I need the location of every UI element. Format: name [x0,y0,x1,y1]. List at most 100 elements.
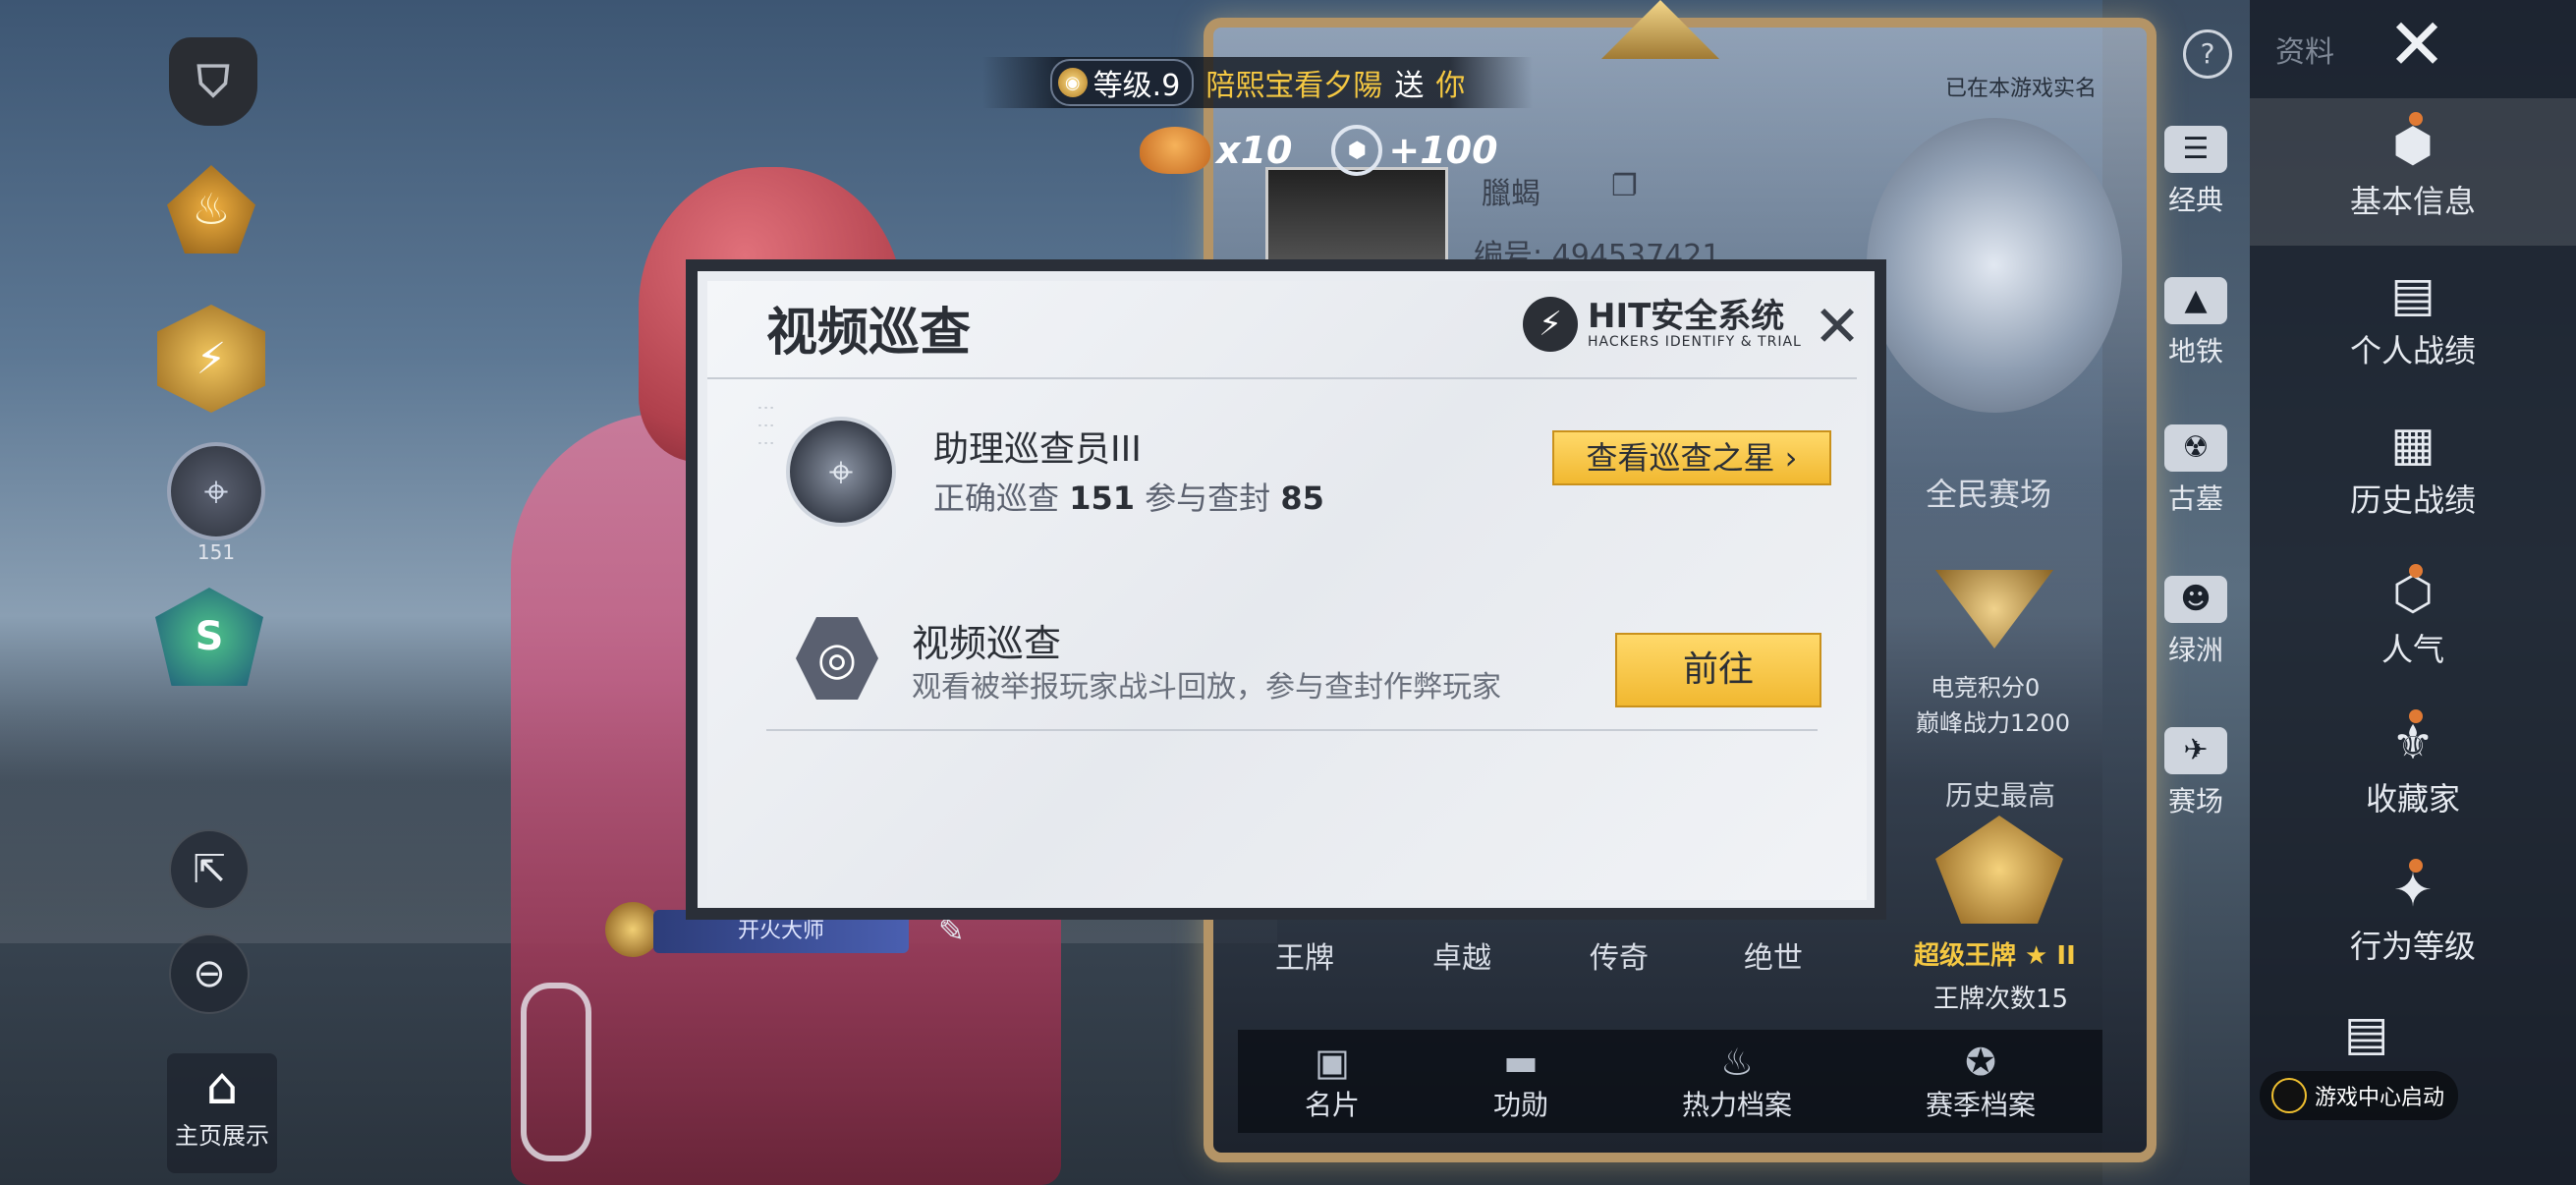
coin-icon: ⬢ [1331,125,1383,176]
globe-icon: ◉ [1057,68,1088,97]
dialog-body [707,281,1867,900]
share-icon: ⇱ [193,847,226,892]
tab-personal-record[interactable]: ▤ 个人战绩 [2250,267,2576,371]
coin-amount: +100 [1388,129,1498,172]
tab-label: 绿洲 [2167,634,2223,666]
history-record-icon: ▦ [2390,417,2436,472]
game-center-label: 游戏中心启动 [2315,1086,2445,1110]
rank-letter: S [195,614,224,659]
hit-logo: ⚡ HIT安全系统 HACKERS IDENTIFY & TRIAL [1523,297,1802,352]
all-arena-label: 全民赛场 [1926,476,2052,513]
zoom-out-icon: ⊖ [193,951,226,996]
game-center-button[interactable]: 游戏中心启动 [2260,1071,2458,1120]
tab-label: 地铁 [2167,335,2223,367]
divider [707,377,1857,379]
tab-tomb[interactable]: ☢ 古墓 [2142,424,2250,517]
home-show-button[interactable]: ⌂ 主页展示 [167,1053,277,1173]
correct-label: 正确巡查 [933,480,1060,517]
history-high-label: 历史最高 [1945,779,2056,812]
tab-season[interactable]: ✪ 赛季档案 [1926,1041,2036,1123]
heat-icon: ♨ [1719,1040,1755,1084]
tier-label: 传奇 [1590,941,1649,976]
food-count: x10 [1216,129,1293,172]
metro-icon: ▲ [2164,277,2227,324]
notification-dot [2409,112,2423,126]
hit-logo-name: HIT安全系统 [1588,297,1785,336]
tier-label: 卓越 [1432,941,1491,976]
tab-label: 历史战绩 [2349,481,2476,519]
card-icon: ▣ [1315,1040,1350,1084]
tier-label: 王牌 [1275,941,1334,976]
tier-label: 绝世 [1744,941,1803,976]
home-person-icon: ⌂ [205,1057,239,1116]
roast-chicken-icon [1140,127,1210,174]
basic-info-icon: ⬢ [2392,118,2434,173]
tab-label: 基本信息 [2349,183,2476,220]
video-patrol-dialog: ⋮⋮⋮ 视频巡查 ⚡ HIT安全系统 HACKERS IDENTIFY & TR… [686,259,1886,920]
collector-icon: ⚜ [2391,715,2435,770]
verified-text: 已在本游戏实名 [1945,77,2098,101]
tab-label: 功勋 [1492,1088,1548,1121]
tab-label: 个人战绩 [2349,332,2476,369]
gift-banner: ◉ 等级.9 陪熙宝看夕陽 送 你 [982,57,1533,108]
share-button[interactable]: ⇱ [169,829,250,910]
classic-icon: ☰ [2164,126,2227,173]
sender-name: 陪熙宝看夕陽 [1205,69,1383,103]
ban-label: 参与查封 [1145,480,1271,517]
go-button[interactable]: 前往 [1615,633,1821,707]
rifle-badge-icon[interactable]: ⌖ [167,442,265,540]
tab-merit[interactable]: ▬ 功勋 [1493,1041,1548,1123]
tab-metro[interactable]: ▲ 地铁 [2142,277,2250,369]
tab-behavior-level[interactable]: ✦ 行为等级 [2250,863,2576,967]
tab-oasis[interactable]: ☻ 绿洲 [2142,576,2250,668]
notification-dot [2409,859,2423,873]
tab-arena[interactable]: ✈ 赛场 [2142,727,2250,819]
view-patrol-star-button[interactable]: 查看巡查之星 › [1552,430,1831,485]
hit-bolt-icon: ⚡ [1523,297,1578,352]
penguin-icon [2271,1078,2307,1113]
close-icon[interactable]: ✕ [2378,9,2456,80]
tab-label: 经典 [2167,184,2223,216]
season-icon: ✪ [1965,1040,1996,1084]
tab-card[interactable]: ▣ 名片 [1305,1041,1360,1123]
document-icon[interactable]: ▤ [2344,1006,2388,1061]
level-shield-icon[interactable]: ⛉ [169,37,257,126]
tab-label: 赛季档案 [1925,1088,2036,1121]
arena-icon: ✈ [2164,727,2227,774]
video-patrol-description: 观看被举报玩家战斗回放，参与查封作弊玩家 [912,670,1501,705]
food-reward: x10 [1140,127,1292,174]
divider [766,729,1818,731]
send-word: 送 [1394,69,1425,103]
copy-name-icon[interactable]: ❐ [1611,169,1638,203]
hit-logo-sub: HACKERS IDENTIFY & TRIAL [1588,334,1802,350]
correct-count: 151 [1069,480,1135,517]
tab-history-record[interactable]: ▦ 历史战绩 [2250,417,2576,521]
tab-label: 名片 [1304,1088,1360,1121]
merit-icon: ▬ [1503,1040,1539,1084]
tab-label: 热力档案 [1681,1088,1792,1121]
receiver-word: 你 [1435,69,1466,103]
dialog-close-icon[interactable]: ✕ [1808,297,1867,356]
super-ace-label: 超级王牌 ★ II [1914,941,2076,971]
oasis-icon: ☻ [2164,576,2227,623]
name-plate-badge-icon [605,902,660,957]
coin-reward: ⬢ +100 [1331,125,1498,176]
ace-count: 王牌次数15 [1933,985,2069,1014]
panel-title: 资料 [2275,35,2334,70]
tab-classic[interactable]: ☰ 经典 [2142,126,2250,218]
zoom-out-button[interactable]: ⊖ [169,933,250,1014]
notification-dot [2409,709,2423,723]
profile-bottom-tabs: ▣ 名片 ▬ 功勋 ♨ 热力档案 ✪ 赛季档案 [1238,1030,2102,1133]
patrol-stats: 正确巡查 151 参与查封 85 [933,474,1324,519]
tab-collector[interactable]: ⚜ 收藏家 [2250,715,2576,819]
tab-label: 古墓 [2167,482,2223,515]
patrol-rank-medal-icon: ⌖ [786,417,896,527]
tab-label: 收藏家 [2365,780,2460,818]
esport-score: 电竞积分0 [1931,674,2041,702]
help-icon[interactable]: ? [2183,29,2232,79]
notification-dot [2409,564,2423,578]
tab-popularity[interactable]: ⬡ 人气 [2250,566,2576,670]
personal-record-icon: ▤ [2390,267,2436,322]
watermark-decoration: ⋮⋮⋮ [756,399,776,452]
tab-heat[interactable]: ♨ 热力档案 [1682,1041,1792,1123]
